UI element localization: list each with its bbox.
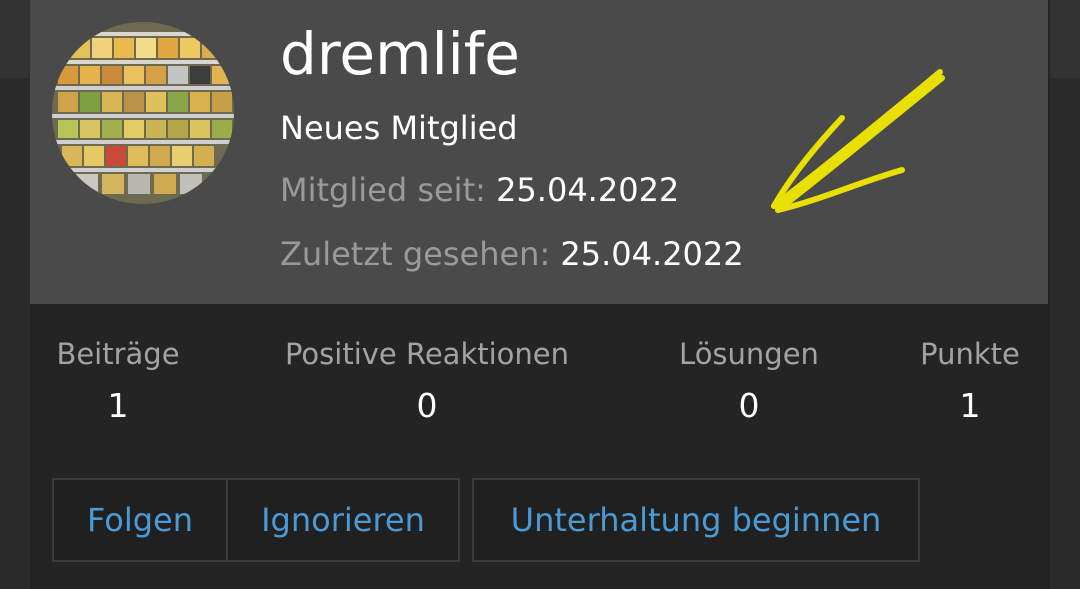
username[interactable]: dremlife — [280, 14, 520, 94]
last-seen-value: 25.04.2022 — [560, 235, 744, 273]
stat-points-value: 1 — [959, 386, 981, 425]
member-since-value: 25.04.2022 — [496, 171, 680, 209]
follow-ignore-button-group: Folgen Ignorieren — [52, 478, 460, 562]
ignore-button[interactable]: Ignorieren — [228, 480, 458, 560]
follow-button[interactable]: Folgen — [54, 480, 228, 560]
stat-reactions-value: 0 — [416, 386, 438, 425]
avatar[interactable] — [52, 22, 234, 204]
member-since-label: Mitglied seit: — [280, 171, 486, 209]
last-seen-row: Zuletzt gesehen: 25.04.2022 — [280, 232, 744, 276]
stat-posts[interactable]: Beiträge 1 — [52, 334, 184, 428]
stat-posts-label: Beiträge — [56, 337, 180, 371]
stat-reactions[interactable]: Positive Reaktionen 0 — [270, 334, 584, 428]
page: dremlife Neues Mitglied Mitglied seit: 2… — [0, 0, 1080, 589]
member-since-row: Mitglied seit: 25.04.2022 — [280, 168, 679, 212]
start-conversation-button[interactable]: Unterhaltung beginnen — [474, 480, 918, 560]
stat-points-label: Punkte — [920, 337, 1020, 371]
conversation-button-group: Unterhaltung beginnen — [472, 478, 920, 562]
stat-posts-value: 1 — [107, 386, 129, 425]
annotation-arrow-icon — [771, 69, 945, 213]
profile-header: dremlife Neues Mitglied Mitglied seit: 2… — [30, 0, 1048, 304]
stat-solutions-value: 0 — [738, 386, 760, 425]
member-tooltip-card: dremlife Neues Mitglied Mitglied seit: 2… — [30, 0, 1050, 589]
avatar-image — [52, 22, 234, 204]
stat-reactions-label: Positive Reaktionen — [284, 337, 570, 371]
stat-solutions[interactable]: Lösungen 0 — [668, 334, 830, 428]
stat-points[interactable]: Punkte 1 — [910, 334, 1030, 428]
stat-solutions-label: Lösungen — [679, 337, 819, 371]
member-rank: Neues Mitglied — [280, 109, 518, 147]
last-seen-label: Zuletzt gesehen: — [280, 235, 551, 273]
